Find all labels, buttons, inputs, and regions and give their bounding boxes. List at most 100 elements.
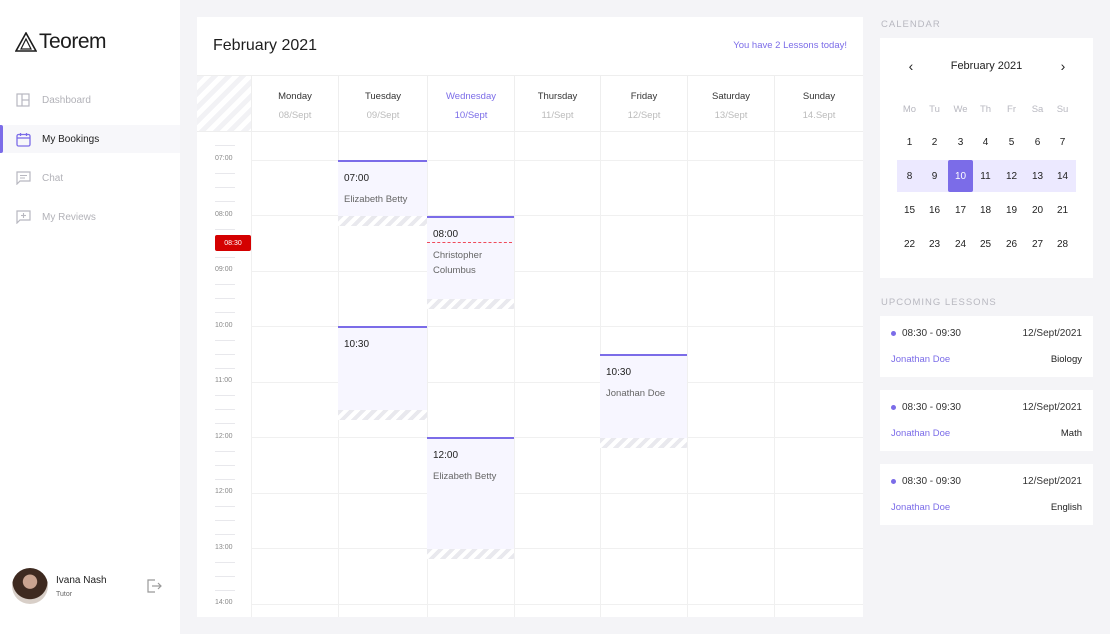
time-tick	[215, 451, 235, 452]
day-name: Friday	[630, 91, 658, 102]
mini-calendar-day[interactable]: 6	[1025, 126, 1050, 158]
mini-calendar-day[interactable]: 16	[922, 194, 947, 226]
lessons-today-link[interactable]: You have 2 Lessons today!	[733, 40, 847, 51]
calendar-icon	[15, 131, 31, 147]
mini-calendar-day[interactable]: 24	[948, 228, 973, 260]
week-calendar: February 2021 You have 2 Lessons today! …	[197, 17, 863, 617]
mini-calendar-day[interactable]: 3	[948, 126, 973, 158]
mini-calendar-day[interactable]: 5	[999, 126, 1024, 158]
mini-calendar-day[interactable]: 19	[999, 194, 1024, 226]
hour-line	[251, 271, 863, 272]
header-corner	[197, 75, 251, 132]
mini-calendar-day[interactable]: 25	[973, 228, 998, 260]
day-header-tuesday[interactable]: Tuesday 09/Sept	[338, 75, 427, 132]
lesson-time: 08:30 - 09:30	[902, 476, 961, 487]
mini-calendar-day[interactable]: 27	[1025, 228, 1050, 260]
weekday-label: Mo	[902, 104, 917, 115]
mini-calendar-day[interactable]: 26	[999, 228, 1024, 260]
sidebar-item-label: Dashboard	[42, 94, 91, 106]
mini-calendar-day[interactable]: 14	[1050, 160, 1075, 192]
event-wednesday-0800[interactable]: 08:00 Christopher Columbus	[427, 216, 514, 309]
lesson-student-link[interactable]: Jonathan Doe	[891, 502, 950, 513]
sidebar-item-chat[interactable]: Chat	[0, 164, 180, 192]
time-tick	[215, 465, 235, 466]
event-time: 10:30	[344, 339, 370, 350]
lesson-student-link[interactable]: Jonathan Doe	[891, 354, 950, 365]
lesson-student-link[interactable]: Jonathan Doe	[891, 428, 950, 439]
avatar[interactable]	[12, 568, 48, 604]
mini-calendar-day[interactable]: 21	[1050, 194, 1075, 226]
time-tick	[215, 298, 235, 299]
user-profile[interactable]: Ivana Nash Tutor	[12, 568, 107, 604]
status-dot	[891, 331, 896, 336]
event-student: Elizabeth Betty	[433, 471, 497, 482]
mini-calendar-day[interactable]: 8	[897, 160, 922, 192]
mini-calendar-day[interactable]: 9	[922, 160, 947, 192]
mini-calendar-day[interactable]: 1	[897, 126, 922, 158]
mini-calendar-day[interactable]: 4	[973, 126, 998, 158]
brand-logo[interactable]: Teorem	[15, 30, 107, 54]
day-header-wednesday[interactable]: Wednesday 10/Sept	[427, 75, 514, 132]
event-time: 10:30	[606, 367, 632, 378]
time-tick	[215, 409, 235, 410]
mini-calendar-day[interactable]: 2	[922, 126, 947, 158]
calendar-section-title: CALENDAR	[881, 19, 941, 30]
mini-calendar-day[interactable]: 23	[922, 228, 947, 260]
event-tuesday-1030[interactable]: 10:30	[338, 326, 427, 420]
mini-calendar-day[interactable]: 18	[973, 194, 998, 226]
time-grid[interactable]: 07:00 08:00 09:00 10:00 11:00 12:00 12:0…	[197, 132, 863, 617]
day-header-thursday[interactable]: Thursday 11/Sept	[514, 75, 600, 132]
status-dot	[891, 405, 896, 410]
lesson-card[interactable]: 08:30 - 09:30 12/Sept/2021 Jonathan Doe …	[880, 464, 1093, 525]
weekday-label: We	[953, 104, 968, 115]
lesson-date: 12/Sept/2021	[1022, 476, 1083, 487]
mini-calendar-day[interactable]: 22	[897, 228, 922, 260]
day-name: Thursday	[537, 91, 578, 102]
user-role: Tutor	[56, 590, 73, 598]
time-label: 08:00	[215, 211, 233, 218]
mini-calendar-day[interactable]: 20	[1025, 194, 1050, 226]
day-header-saturday[interactable]: Saturday 13/Sept	[687, 75, 774, 132]
event-tuesday-0700[interactable]: 07:00 Elizabeth Betty	[338, 160, 427, 226]
sidebar-item-my-bookings[interactable]: My Bookings	[0, 125, 180, 153]
time-tick	[215, 479, 235, 480]
day-name: Tuesday	[364, 91, 402, 102]
chevron-right-icon[interactable]: ›	[1054, 57, 1072, 75]
mini-calendar-day[interactable]: 17	[948, 194, 973, 226]
sidebar-item-my-reviews[interactable]: My Reviews	[0, 203, 180, 231]
mini-calendar-day-selected[interactable]: 10	[948, 160, 973, 192]
mini-calendar-day[interactable]: 28	[1050, 228, 1075, 260]
mini-calendar-day[interactable]: 13	[1025, 160, 1050, 192]
event-buffer	[338, 216, 427, 226]
time-tick	[215, 145, 235, 146]
mini-calendar-day[interactable]: 7	[1050, 126, 1075, 158]
event-friday-1030[interactable]: 10:30 Jonathan Doe	[600, 354, 687, 448]
time-tick	[215, 257, 235, 258]
time-label: 14:00	[215, 599, 233, 606]
lesson-time: 08:30 - 09:30	[902, 328, 961, 339]
event-wednesday-1200[interactable]: 12:00 Elizabeth Betty	[427, 437, 514, 559]
day-header-friday[interactable]: Friday 12/Sept	[600, 75, 687, 132]
mini-calendar-day[interactable]: 11	[973, 160, 998, 192]
time-tick	[215, 187, 235, 188]
lesson-card[interactable]: 08:30 - 09:30 12/Sept/2021 Jonathan Doe …	[880, 390, 1093, 451]
day-header-sunday[interactable]: Sunday 14.Sept	[774, 75, 863, 132]
day-header-monday[interactable]: Monday 08/Sept	[251, 75, 338, 132]
sidebar-item-dashboard[interactable]: Dashboard	[0, 86, 180, 114]
weekday-label: Th	[979, 104, 992, 115]
day-name: Saturday	[711, 91, 751, 102]
day-name: Monday	[278, 91, 312, 102]
current-time-badge: 08:30	[215, 235, 251, 251]
time-tick	[215, 201, 235, 202]
mini-calendar-day[interactable]: 15	[897, 194, 922, 226]
lesson-card[interactable]: 08:30 - 09:30 12/Sept/2021 Jonathan Doe …	[880, 316, 1093, 377]
logout-icon[interactable]	[146, 578, 162, 594]
weekday-label: Sa	[1031, 104, 1044, 115]
column-divider	[774, 132, 775, 617]
sidebar-item-label: My Reviews	[42, 211, 96, 223]
day-date: 13/Sept	[714, 110, 748, 121]
column-divider	[687, 132, 688, 617]
user-name: Ivana Nash	[56, 574, 107, 586]
mini-calendar-day[interactable]: 12	[999, 160, 1024, 192]
chat-icon	[15, 170, 31, 186]
